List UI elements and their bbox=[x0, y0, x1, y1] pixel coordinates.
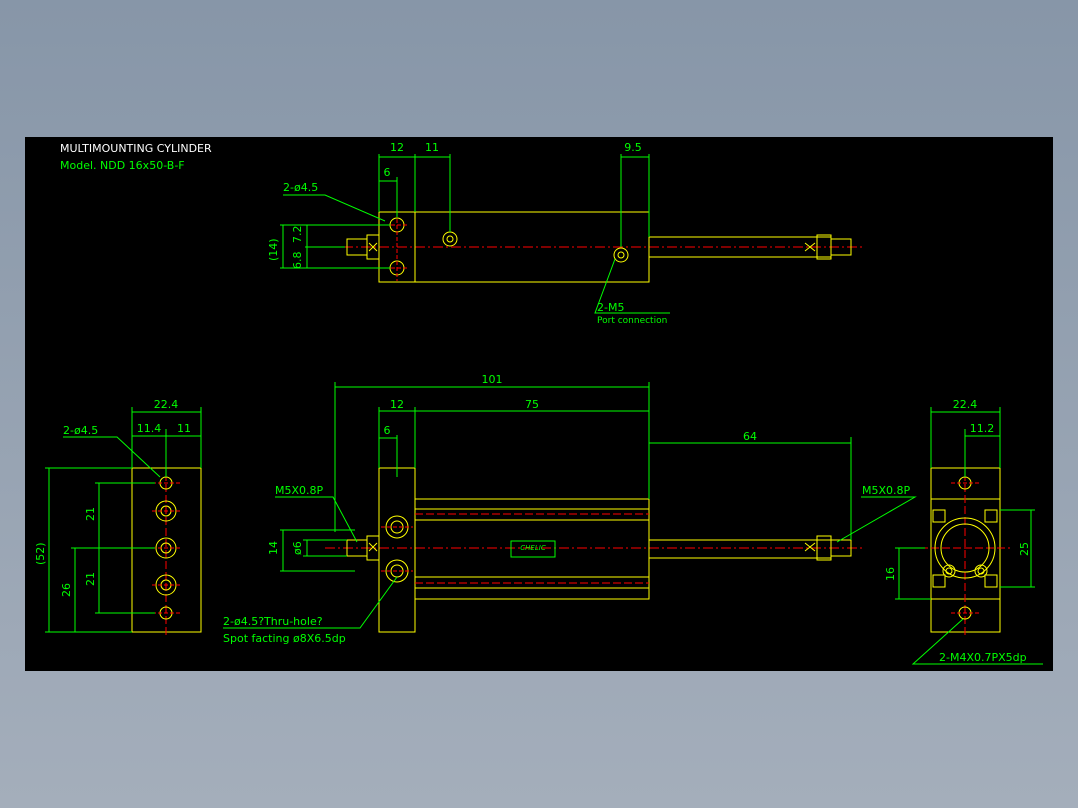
logo: CHELIC bbox=[520, 544, 546, 552]
drawing-title: MULTIMOUNTING CYLINDER bbox=[60, 142, 212, 155]
thread-right: M5X0.8P bbox=[862, 484, 911, 497]
dim-right-22-4: 22.4 bbox=[953, 398, 978, 411]
front-view: CHELIC 101 12 75 6 64 M5X0.8P M5X0.8P 14… bbox=[223, 373, 917, 645]
dim-top-14: (14) bbox=[267, 238, 280, 261]
right-tap-label: 2-M4X0.7PX5dp bbox=[939, 651, 1027, 664]
right-side-view: 22.4 11.2 25 16 2-M4X0.7PX5dp bbox=[884, 398, 1043, 665]
dim-top-hole: 2-ø4.5 bbox=[283, 181, 318, 194]
spot-facing-note: Spot facting ø8X6.5dp bbox=[223, 632, 346, 645]
dim-front-64: 64 bbox=[743, 430, 757, 443]
dim-right-11-2: 11.2 bbox=[970, 422, 995, 435]
dim-top-6-8: 6.8 bbox=[291, 252, 304, 270]
left-side-view: 22.4 11.4 11 2-ø4.5 (52) 26 21 21 bbox=[34, 398, 202, 637]
right-slot-tr bbox=[984, 509, 998, 523]
dim-left-52: (52) bbox=[34, 542, 47, 565]
dim-left-22-4: 22.4 bbox=[154, 398, 179, 411]
dim-front-12: 12 bbox=[390, 398, 404, 411]
dim-front-14: 14 bbox=[267, 541, 280, 555]
dim-top-7-2: 7.2 bbox=[291, 226, 304, 244]
dim-left-21a: 21 bbox=[84, 507, 97, 521]
model-label: Model. NDD 16x50-B-F bbox=[60, 159, 185, 172]
left-hole-label: 2-ø4.5 bbox=[63, 424, 98, 437]
dim-left-26: 26 bbox=[60, 583, 73, 597]
dim-front-6: 6 bbox=[384, 424, 391, 437]
dim-left-11: 11 bbox=[177, 422, 191, 435]
dim-top-11: 11 bbox=[425, 141, 439, 154]
top-port-front bbox=[613, 247, 629, 263]
top-port-rear bbox=[442, 231, 458, 247]
cad-drawing: MULTIMOUNTING CYLINDER Model. NDD 16x50-… bbox=[34, 141, 1043, 665]
top-view: 12 11 9.5 6 2-ø4.5 (14) 6.8 7.2 2-M5 Por… bbox=[267, 141, 863, 326]
front-rod bbox=[648, 539, 832, 559]
dim-right-16: 16 bbox=[884, 567, 897, 581]
dim-top-6: 6 bbox=[384, 166, 391, 179]
right-slot-br bbox=[984, 574, 998, 588]
hole-note: 2-ø4.5?Thru-hole? bbox=[223, 615, 323, 628]
front-end-cap bbox=[378, 467, 416, 633]
port-sublabel: Port connection bbox=[597, 316, 667, 326]
dim-front-d6: ø6 bbox=[291, 541, 304, 555]
right-slot-bl bbox=[932, 574, 946, 588]
dim-left-11-4: 11.4 bbox=[137, 422, 162, 435]
drawing-sheet: MULTIMOUNTING CYLINDER Model. NDD 16x50-… bbox=[25, 137, 1053, 671]
dim-top-12: 12 bbox=[390, 141, 404, 154]
dim-right-25: 25 bbox=[1018, 542, 1031, 556]
dim-front-101: 101 bbox=[482, 373, 503, 386]
thread-left: M5X0.8P bbox=[275, 484, 324, 497]
dim-front-75: 75 bbox=[525, 398, 539, 411]
port-label: 2-M5 bbox=[597, 301, 624, 314]
dim-top-9-5: 9.5 bbox=[624, 141, 642, 154]
right-slot-tl bbox=[932, 509, 946, 523]
dim-left-21b: 21 bbox=[84, 572, 97, 586]
